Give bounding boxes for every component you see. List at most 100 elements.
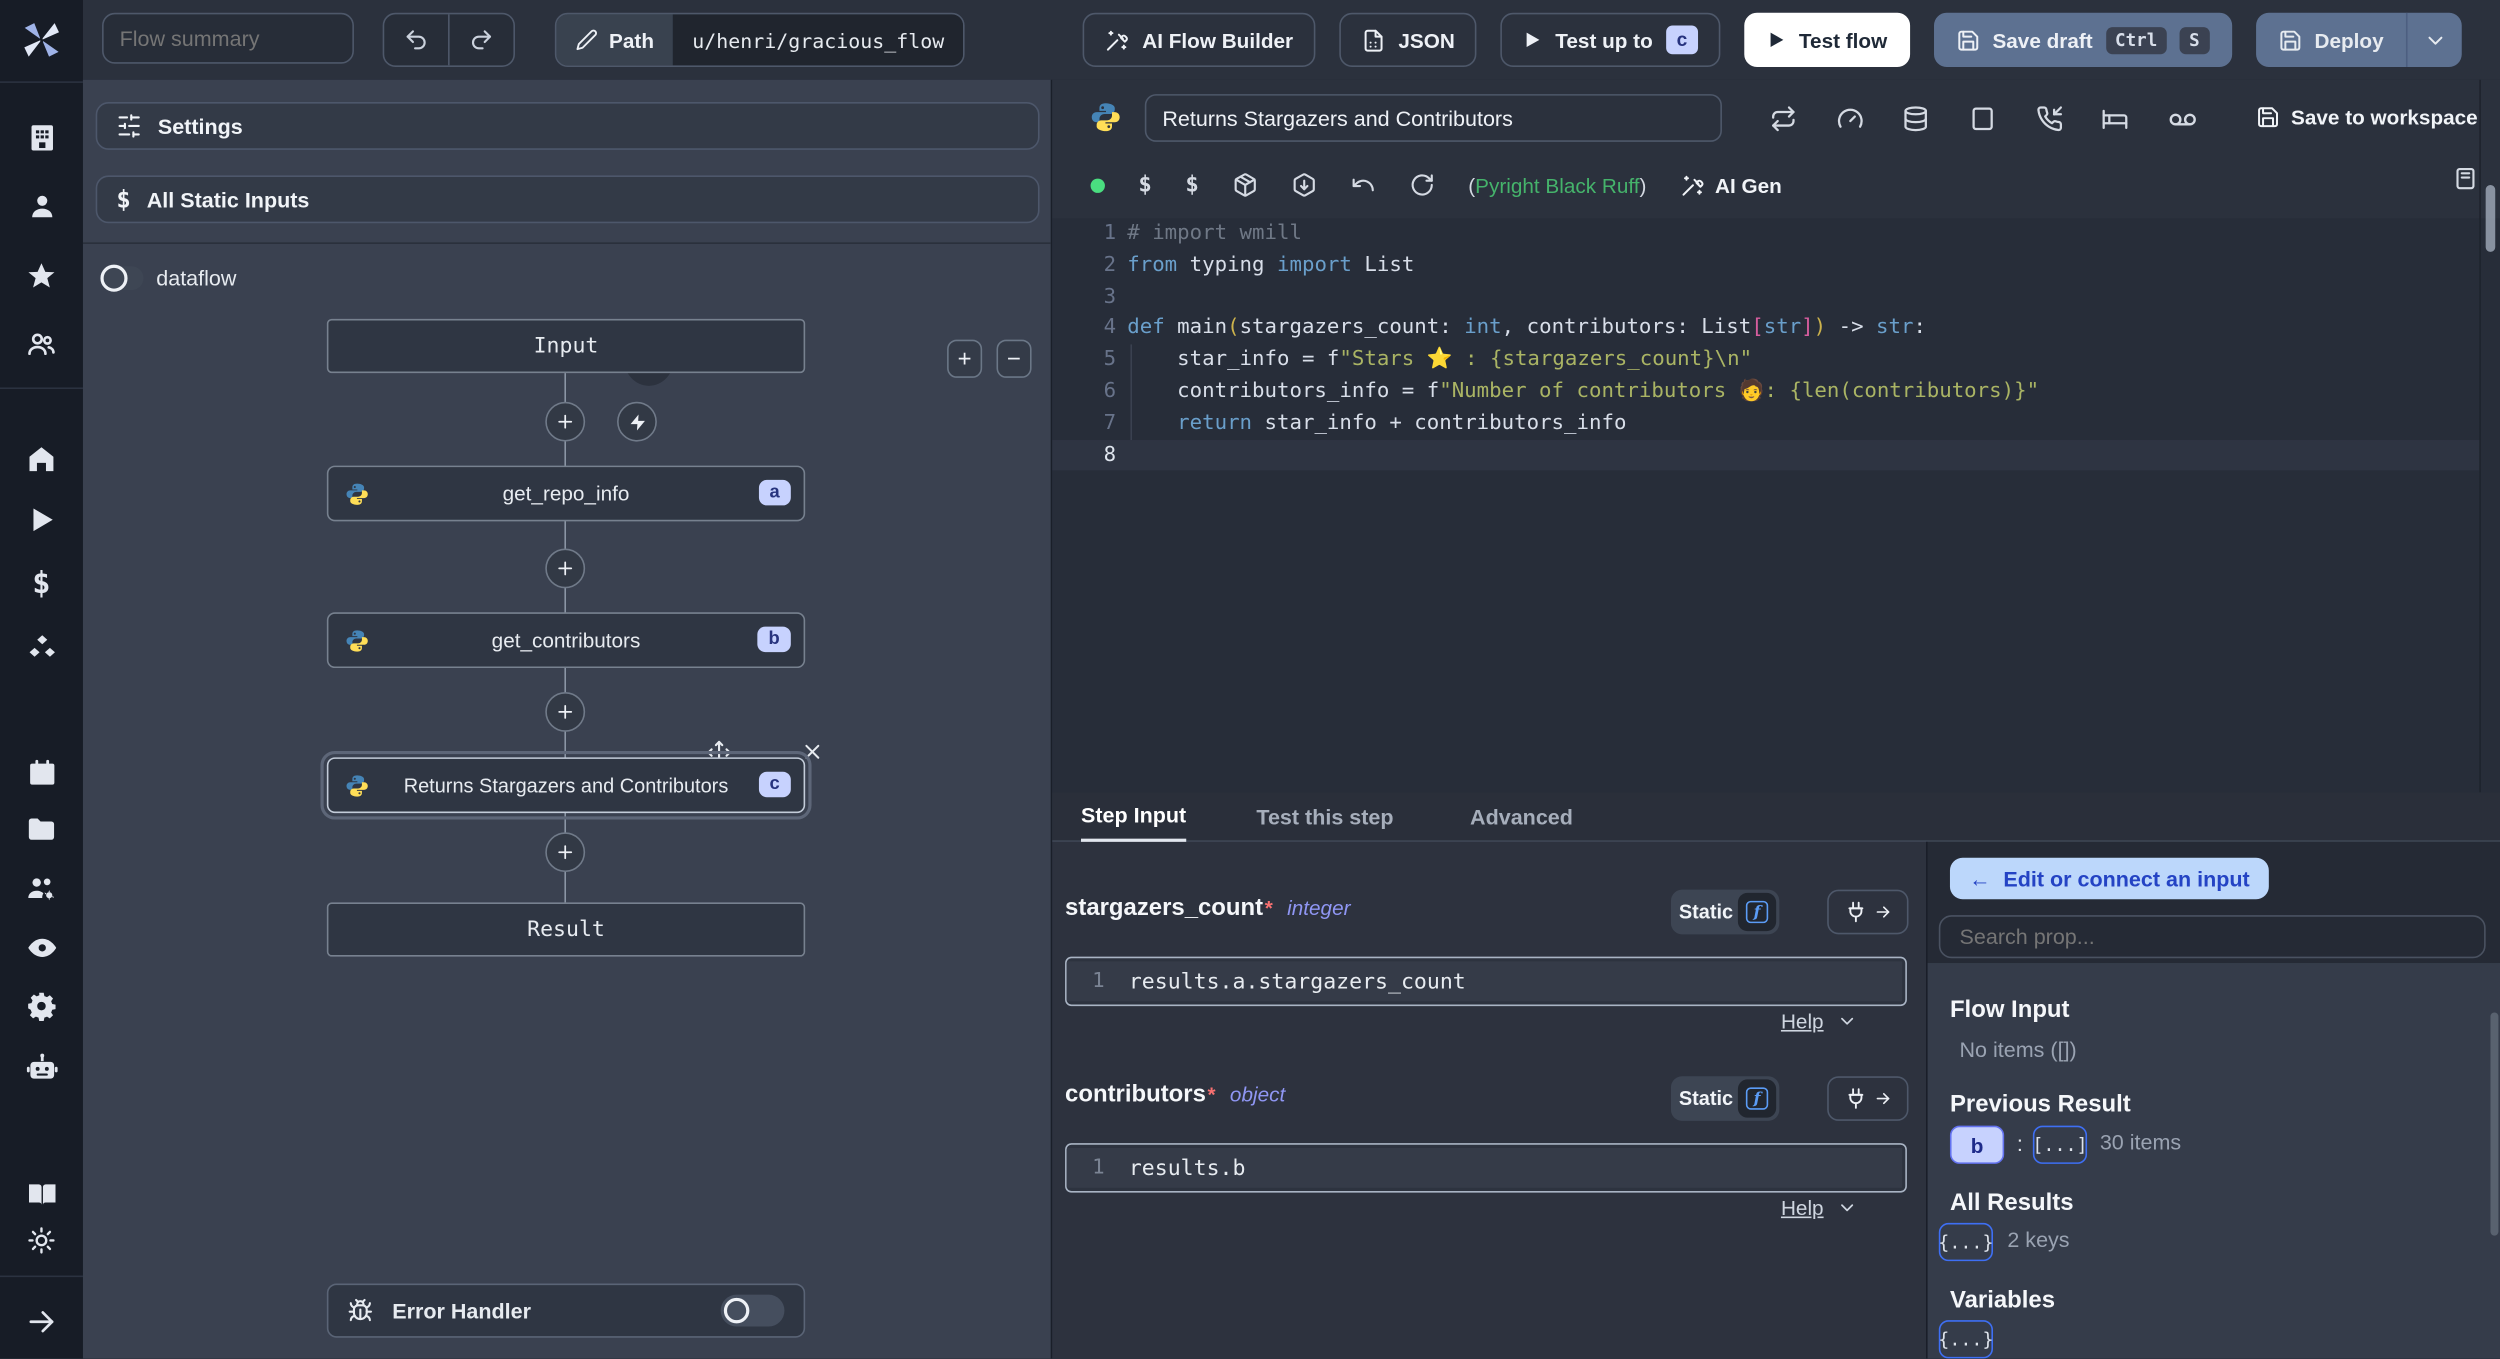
editor-scrollbar-thumb[interactable] [2485, 184, 2496, 252]
prop-panel-scrollbar-thumb[interactable] [2490, 1012, 2499, 1236]
insert-trigger-button[interactable] [617, 401, 657, 442]
help-label: Help [1780, 1195, 1824, 1220]
deploy-more-button[interactable] [2405, 12, 2462, 67]
sidebar-item-home[interactable] [0, 432, 83, 486]
refresh-icon[interactable] [1409, 172, 1435, 198]
sidebar-item-ai[interactable] [0, 1040, 83, 1094]
redo-button[interactable] [448, 14, 513, 66]
tab-test-this-step[interactable]: Test this step [1256, 792, 1393, 841]
insert-step-button[interactable] [545, 401, 586, 442]
sidebar-item-folders[interactable] [0, 802, 83, 856]
required-asterisk: * [1264, 896, 1273, 920]
test-flow-button[interactable]: Test flow [1744, 12, 1910, 67]
help-toggle[interactable]: Help [1781, 1009, 1857, 1033]
insert-step-button[interactable] [545, 691, 586, 732]
gauge-icon[interactable] [1836, 105, 1863, 132]
save-to-workspace-button[interactable]: Save to workspace [2256, 105, 2478, 129]
error-handler-node[interactable]: Error Handler [326, 1283, 806, 1338]
field-label-stargazers-count: stargazers_count * integer [1065, 894, 1350, 921]
graph-zoom-out-button[interactable]: − [996, 339, 1032, 378]
sidebar-item-variables[interactable]: $ [0, 556, 83, 610]
sidebar-item-settings[interactable] [0, 979, 83, 1033]
tab-label: Advanced [1470, 805, 1573, 830]
undo-icon[interactable] [1350, 172, 1376, 198]
static-mode-toggle[interactable]: Static f [1670, 889, 1780, 935]
code-line: star_info = f"Stars ⭐ : {stargazers_coun… [1127, 347, 1753, 372]
json-button[interactable]: JSON [1339, 12, 1478, 67]
graph-zoom-in-button[interactable]: + [947, 339, 983, 378]
package-icon[interactable] [1232, 172, 1258, 198]
prev-result-step-badge[interactable]: b [1949, 1125, 2005, 1164]
indent-guide [1130, 344, 1133, 441]
sidebar-item-resources[interactable] [0, 620, 83, 674]
tab-advanced[interactable]: Advanced [1470, 792, 1573, 841]
sidebar-item-user[interactable] [0, 179, 83, 233]
node-id-badge: c [758, 771, 791, 798]
sidebar-item-groups[interactable] [0, 317, 83, 371]
windmill-logo[interactable] [0, 13, 83, 67]
graph-node-input[interactable]: Input [326, 318, 806, 374]
resource-picker-button[interactable]: $ [1185, 172, 1198, 198]
file-json-icon [1364, 28, 1383, 51]
undo-button[interactable] [384, 14, 448, 65]
graph-node-result[interactable]: Result [326, 902, 806, 957]
search-prop-input[interactable] [1938, 915, 2486, 959]
js-mode-segment[interactable]: f [1737, 892, 1777, 932]
chevron-down-icon [1840, 1017, 1853, 1025]
connect-input-button[interactable] [1827, 889, 1909, 935]
save-draft-button[interactable]: Save draft Ctrl S [1933, 12, 2232, 67]
variables-object-chip[interactable]: {...} [1938, 1320, 1993, 1359]
ai-flow-builder-button[interactable]: AI Flow Builder [1083, 12, 1316, 67]
ai-gen-button[interactable]: AI Gen [1680, 173, 1782, 197]
database-icon[interactable] [1903, 105, 1930, 132]
all-static-inputs-button[interactable]: $ All Static Inputs [95, 175, 1040, 224]
sidebar-item-runs[interactable] [0, 493, 83, 547]
edit-or-connect-button[interactable]: ← Edit or connect an input [1949, 857, 2269, 900]
static-mode-toggle[interactable]: Static f [1670, 1076, 1780, 1121]
error-handler-toggle[interactable] [720, 1294, 785, 1327]
insert-step-button[interactable] [545, 832, 586, 873]
test-up-to-button[interactable]: Test up to c [1501, 12, 1721, 67]
code-editor[interactable]: 1 2 3 4 5 6 7 8 # import wmill from typing impor… [1052, 218, 2500, 792]
flow-settings-button[interactable]: Settings [95, 102, 1040, 150]
sidebar-item-theme[interactable] [0, 1213, 83, 1267]
sidebar-item-workspace[interactable] [0, 110, 83, 164]
sidebar-item-docs[interactable] [0, 1166, 83, 1220]
library-button[interactable] [2452, 166, 2478, 192]
expr-editor-stargazers-count[interactable]: 1 results.a.stargazers_count [1065, 956, 1907, 1007]
voicemail-icon[interactable] [2168, 105, 2197, 134]
graph-node-returns-stargazers[interactable]: Returns Stargazers and Contributors c [320, 750, 812, 820]
deploy-button[interactable]: Deploy [2256, 13, 2406, 67]
help-toggle[interactable]: Help [1781, 1196, 1857, 1220]
connect-input-button[interactable] [1827, 1076, 1909, 1121]
sidebar-item-favorites[interactable] [0, 249, 83, 303]
dataflow-toggle[interactable] [100, 264, 144, 292]
save-draft-label: Save draft [1992, 27, 2093, 52]
all-results-object-chip[interactable]: {...} [1938, 1222, 1993, 1262]
bed-icon[interactable] [2102, 105, 2129, 132]
line-number: 5 [1103, 347, 1117, 372]
expr-editor-contributors[interactable]: 1 results.b [1065, 1143, 1907, 1193]
node-label: get_repo_info [502, 481, 630, 506]
prev-result-array-chip[interactable]: [...] [2032, 1125, 2088, 1164]
graph-node-get-repo-info[interactable]: get_repo_info a [326, 465, 806, 522]
path-field[interactable]: Path u/henri/gracious_flow [554, 12, 965, 67]
all-results-count: 2 keys [2007, 1227, 2070, 1252]
insert-step-button[interactable] [545, 548, 586, 589]
step-title-input[interactable] [1144, 94, 1722, 142]
sidebar-expand[interactable] [0, 1295, 83, 1349]
variable-picker-button[interactable]: $ [1138, 172, 1151, 198]
colon: : [2016, 1132, 2023, 1156]
tab-step-input[interactable]: Step Input [1081, 792, 1187, 842]
graph-node-get-contributors[interactable]: get_contributors b [326, 612, 806, 669]
sidebar-item-schedules[interactable] [0, 745, 83, 799]
phone-incoming-icon[interactable] [2035, 105, 2062, 132]
sidebar-item-workers[interactable] [0, 861, 83, 915]
flow-summary-input[interactable] [102, 12, 354, 64]
repeat-icon[interactable] [1770, 105, 1797, 132]
package-import-icon[interactable] [1291, 172, 1317, 198]
square-icon[interactable] [1969, 105, 1996, 132]
js-mode-segment[interactable]: f [1737, 1079, 1777, 1118]
sidebar-item-audit[interactable] [0, 920, 83, 974]
path-value: u/henri/gracious_flow [673, 14, 964, 66]
